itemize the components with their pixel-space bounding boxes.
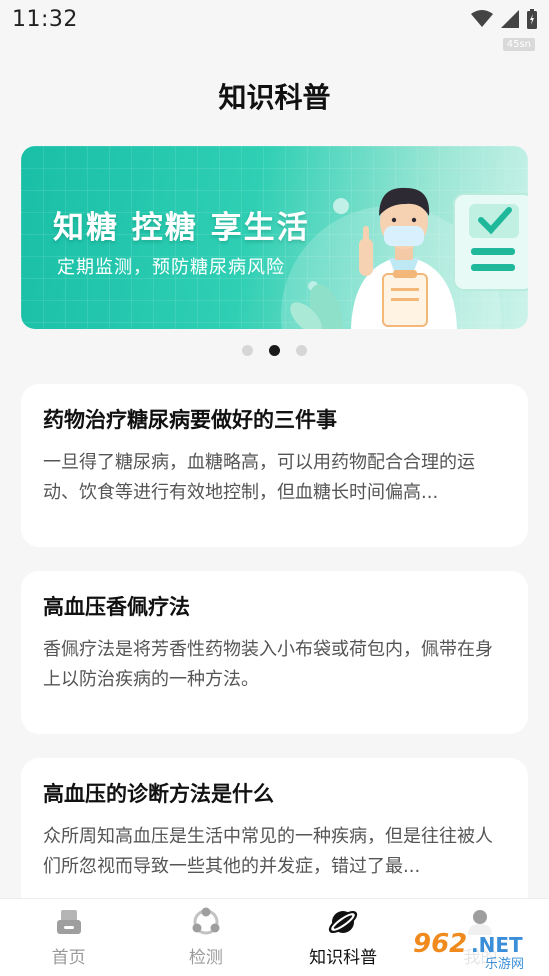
detect-icon <box>191 907 221 937</box>
article-title: 高血压的诊断方法是什么 <box>43 782 274 806</box>
banner-headline: 知糖 控糖 享生活 <box>53 210 310 246</box>
article-title: 药物治疗糖尿病要做好的三件事 <box>43 408 337 432</box>
carousel-dot[interactable] <box>296 345 307 356</box>
home-icon <box>54 907 84 937</box>
status-icons <box>471 9 537 29</box>
article-title: 高血压香佩疗法 <box>43 595 190 619</box>
wifi-icon <box>471 10 493 27</box>
article-card[interactable]: 高血压香佩疗法 香佩疗法是将芳香性药物装入小布袋或荷包内，佩带在身上以防治疾病的… <box>21 571 528 734</box>
status-bar: 11:32 <box>0 0 549 38</box>
article-summary: 香佩疗法是将芳香性药物装入小布袋或荷包内，佩带在身上以防治疾病的一种方法。 <box>43 639 493 690</box>
svg-text:.NET: .NET <box>471 933 523 957</box>
article-card[interactable]: 药物治疗糖尿病要做好的三件事 一旦得了糖尿病，血糖略高，可以用药物配合合理的运动… <box>21 384 528 547</box>
tab-home[interactable]: 首页 <box>0 899 137 976</box>
tab-label: 首页 <box>51 948 86 968</box>
carousel-dot-active[interactable] <box>269 345 280 356</box>
article-summary: 一旦得了糖尿病，血糖略高，可以用药物配合合理的运动、饮食等进行有效地控制，但血糖… <box>43 452 475 503</box>
carousel-dot[interactable] <box>242 345 253 356</box>
tab-label: 检测 <box>188 948 223 968</box>
tab-detect[interactable]: 检测 <box>137 899 274 976</box>
status-badge: 45sn <box>502 38 535 51</box>
carousel-indicator <box>0 345 549 356</box>
tab-knowledge[interactable]: 知识科普 <box>275 899 412 976</box>
status-time: 11:32 <box>12 6 78 32</box>
banner-subtitle: 定期监测，预防糖尿病风险 <box>57 257 285 278</box>
svg-text:962: 962 <box>413 929 467 959</box>
page-title: 知识科普 <box>218 81 331 114</box>
knowledge-icon <box>328 907 358 937</box>
tab-label: 知识科普 <box>309 948 378 968</box>
watermark-logo: 962 .NET 乐游网 <box>405 924 545 972</box>
article-card[interactable]: 高血压的诊断方法是什么 众所周知高血压是生活中常见的一种疾病，但是往往被人们所忽… <box>21 758 528 921</box>
battery-charging-icon <box>527 9 537 29</box>
signal-icon <box>501 10 519 28</box>
article-summary: 众所周知高血压是生活中常见的一种疾病，但是往往被人们所忽视而导致一些其他的并发症… <box>43 826 493 877</box>
promo-banner[interactable]: 知糖 控糖 享生活 定期监测，预防糖尿病风险 <box>21 146 528 329</box>
svg-text:乐游网: 乐游网 <box>485 957 524 972</box>
